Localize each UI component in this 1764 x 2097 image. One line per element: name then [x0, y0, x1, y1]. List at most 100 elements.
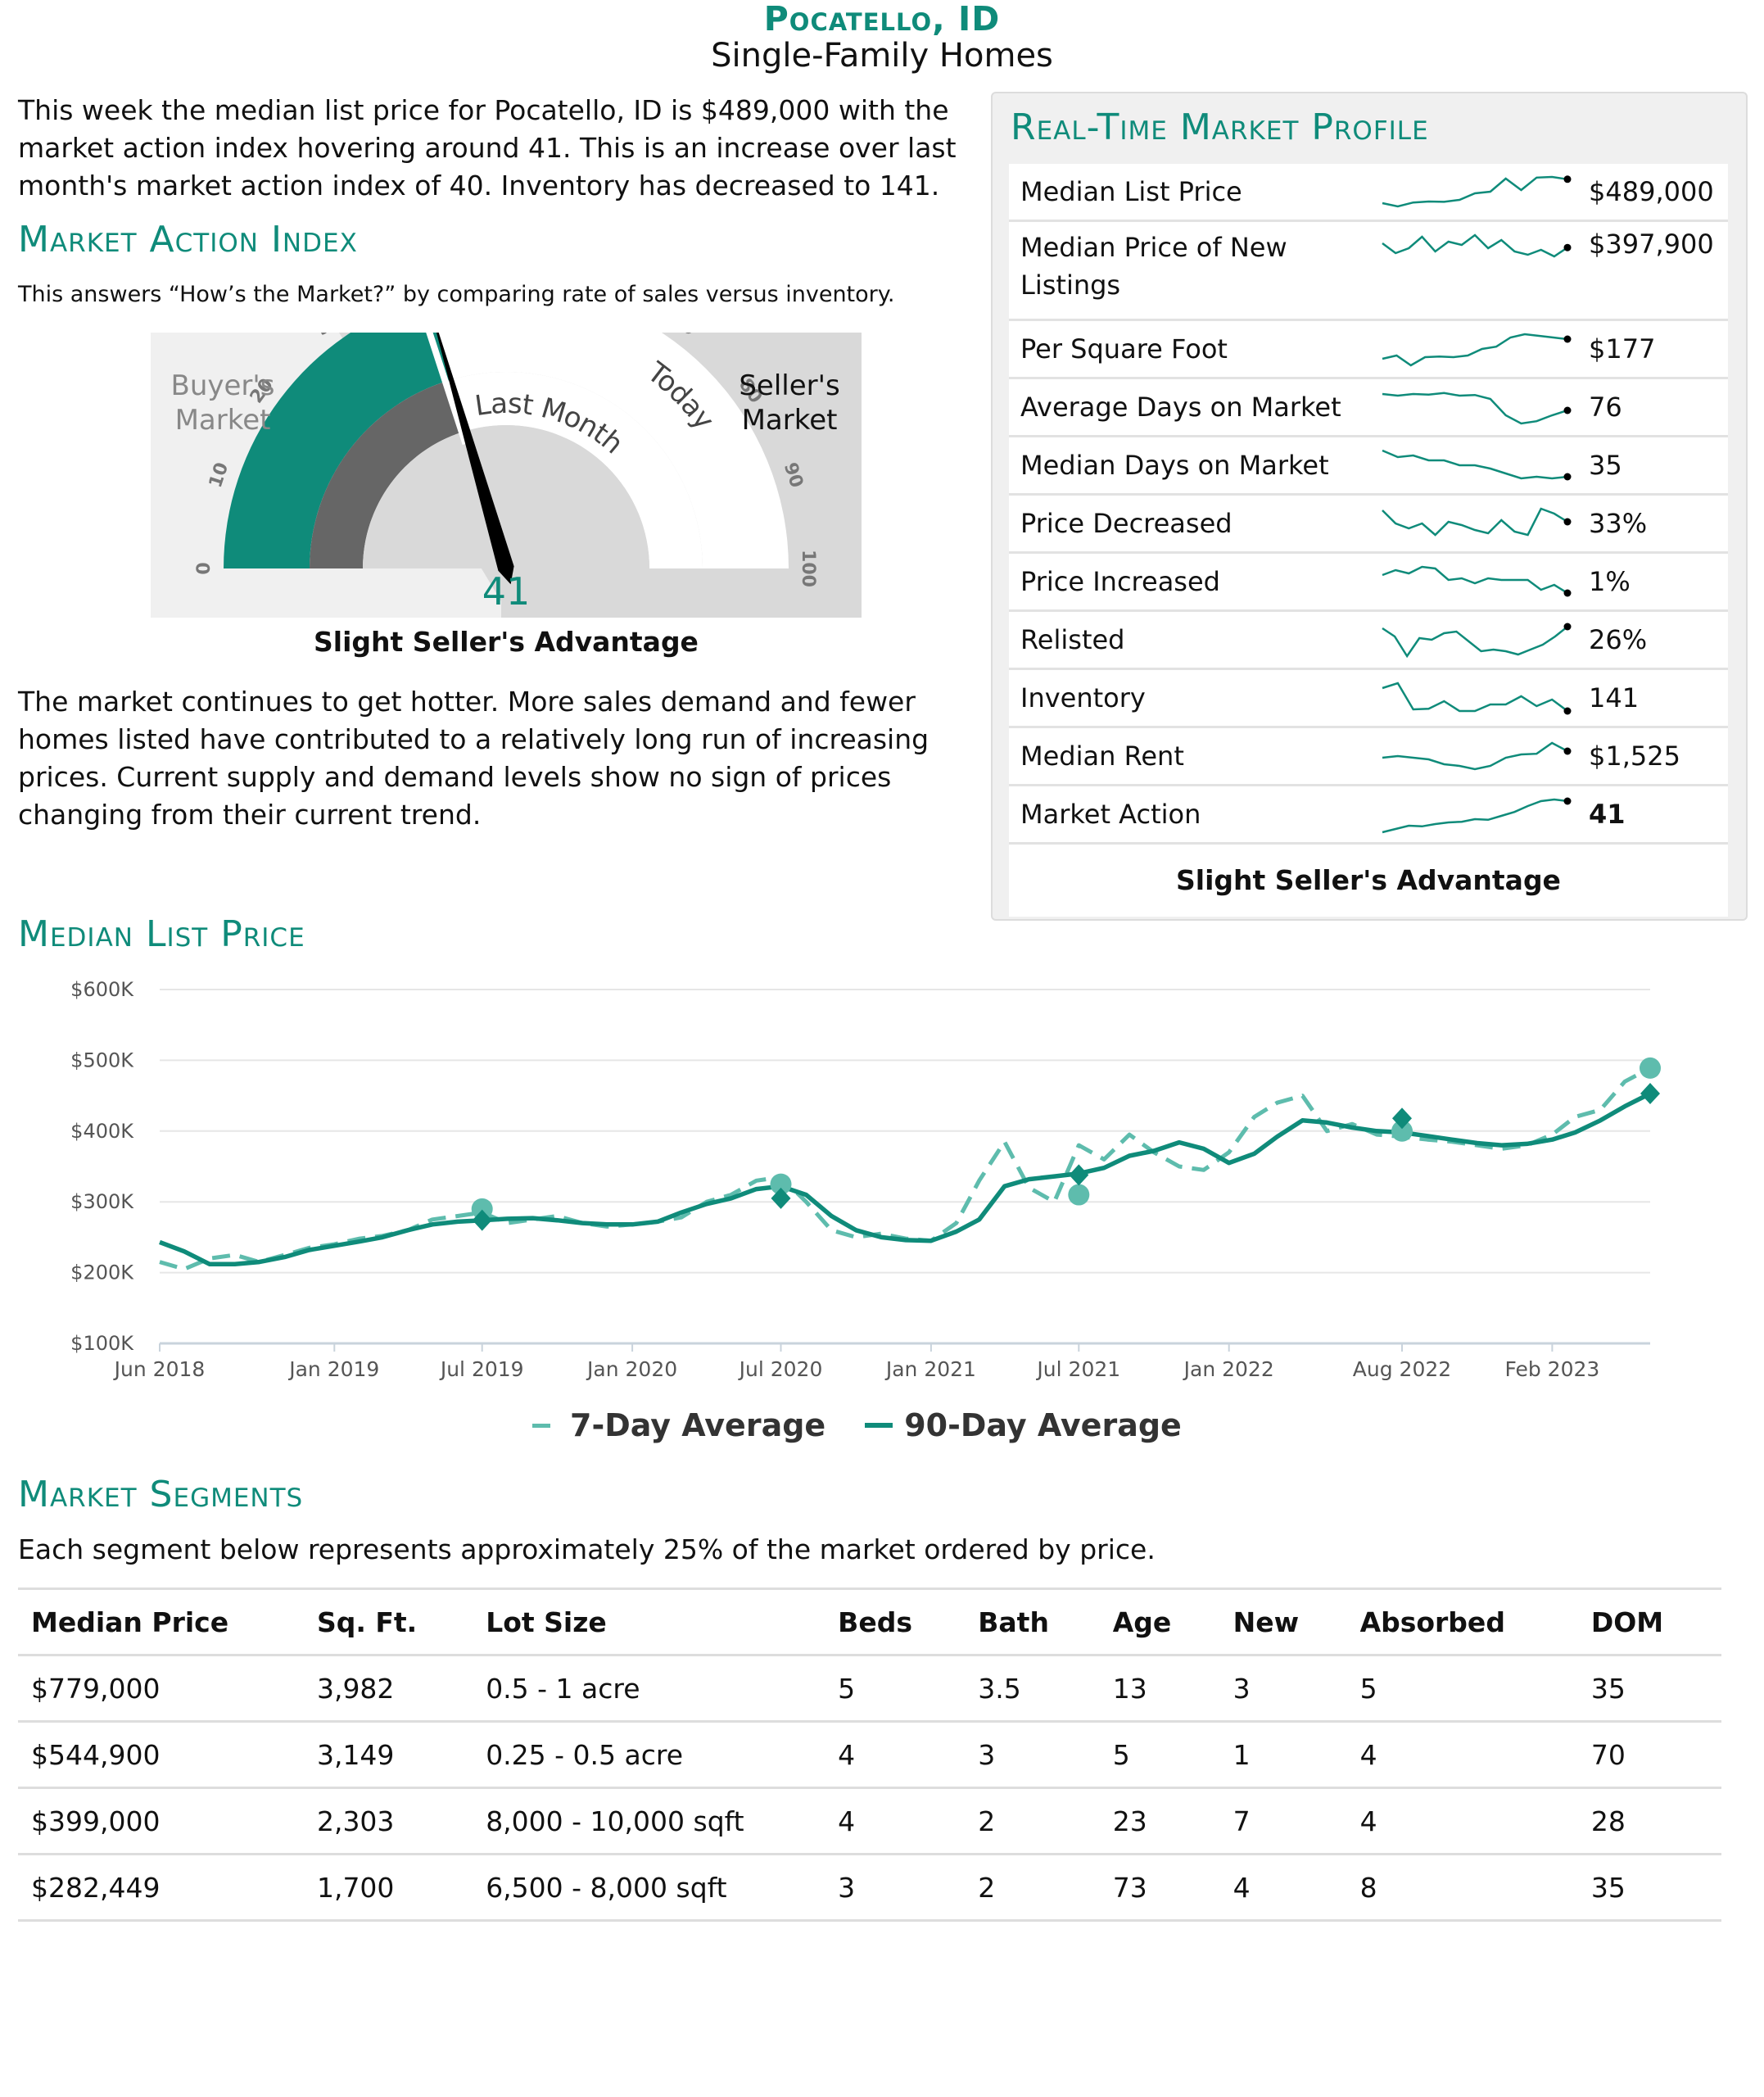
x-tick-label: Jul 2019 — [439, 1357, 524, 1381]
table-header-cell: Median Price — [18, 1587, 304, 1656]
table-cell: 70 — [1577, 1721, 1721, 1789]
profile-row-value: 76 — [1589, 392, 1622, 423]
table-cell: 3.5 — [965, 1655, 1100, 1723]
sparkline-end-dot — [1563, 473, 1572, 481]
table-cell: 5 — [825, 1655, 966, 1723]
table-cell: 13 — [1099, 1655, 1220, 1723]
profile-row-sparkline — [1382, 741, 1572, 771]
table-header-row: Median Price Sq. Ft. Lot Size Beds Bath Age Ne… — [18, 1587, 1721, 1656]
profile-row-value: $397,900 — [1589, 229, 1714, 260]
table-row: $282,449 1,700 6,500 - 8,000 sqft 3 2 73 4 8 35 — [18, 1854, 1721, 1922]
sparkline-line — [1382, 333, 1568, 367]
sparkline-end-dot — [1563, 406, 1572, 414]
profile-row: Median List Price $489,000 — [1009, 164, 1728, 222]
profile-row-label: Average Days on Market — [1020, 392, 1341, 423]
marker-7-day-point — [1640, 1057, 1661, 1079]
median-price-title: Median List Price — [18, 913, 305, 955]
table-cell: 2 — [965, 1854, 1100, 1922]
sparkline-line — [1382, 682, 1568, 713]
legend-label-7day: 7-Day Average — [570, 1407, 826, 1443]
profile-row-label: Median Days on Market — [1020, 450, 1329, 481]
table-cell: 35 — [1577, 1854, 1721, 1922]
intro-text: This week the median list price for Poca… — [18, 94, 957, 202]
profile-row: Relisted 26% — [1009, 612, 1728, 670]
mai-status: Slight Seller's Advantage — [314, 626, 699, 658]
table-cell: 8 — [1346, 1854, 1578, 1922]
mai-description: This answers “How’s the Market?” by comp… — [18, 282, 895, 307]
marker-90-day-point — [1640, 1083, 1660, 1105]
table-header-cell: DOM — [1577, 1587, 1721, 1656]
table-cell: 4 — [1219, 1854, 1347, 1922]
profile-row-label: Price Increased — [1020, 566, 1220, 597]
table-header-cell: Sq. Ft. — [303, 1587, 473, 1656]
table-cell: 73 — [1099, 1854, 1220, 1922]
profile-row-label: Market Action — [1020, 799, 1201, 830]
table-cell: 0.25 - 0.5 acre — [473, 1721, 825, 1789]
profile-row-label: Median Price of New Listings — [1020, 232, 1287, 301]
profile-row-label: Median List Price — [1020, 176, 1242, 207]
profile-row-sparkline — [1382, 623, 1572, 659]
table-cell: 2 — [965, 1787, 1100, 1855]
table-cell: 3 — [825, 1854, 966, 1922]
table-header-cell: New — [1219, 1587, 1347, 1656]
sparkline-line — [1382, 392, 1568, 425]
chart-legend: 7-Day Average 90-Day Average — [532, 1402, 1182, 1448]
table-row: $779,000 3,982 0.5 - 1 acre 5 3.5 13 3 5 35 — [18, 1655, 1721, 1723]
table-cell: 4 — [825, 1787, 966, 1855]
marker-7-day-point — [1068, 1184, 1090, 1206]
market-commentary: The market continues to get hotter. More… — [18, 686, 929, 831]
y-tick-label: $300K — [70, 1190, 134, 1213]
sparkline-end-dot — [1563, 175, 1572, 183]
page-subtitle: Single-Family Homes — [711, 37, 1053, 75]
profile-row-sparkline — [1382, 333, 1572, 367]
table-cell: 3 — [1219, 1655, 1347, 1723]
table-cell: 23 — [1099, 1787, 1220, 1855]
sparkline-end-dot — [1563, 589, 1572, 597]
table-cell: 3,149 — [303, 1721, 473, 1789]
buyers-market-label-2: Market — [175, 404, 271, 437]
table-cell: 28 — [1577, 1787, 1721, 1855]
profile-row: Median Rent $1,525 — [1009, 728, 1728, 786]
legend-swatch-90day — [865, 1423, 893, 1428]
table-row: $544,900 3,149 0.25 - 0.5 acre 4 3 5 1 4 70 — [18, 1721, 1721, 1789]
profile-row-sparkline — [1382, 797, 1572, 834]
profile-row: Average Days on Market 76 — [1009, 379, 1728, 437]
profile-row-sparkline — [1382, 565, 1572, 597]
profile-row: Price Increased 1% — [1009, 554, 1728, 612]
sparkline-line — [1382, 175, 1568, 208]
market-profile-rows: Median List Price $489,000 Median Price of… — [1009, 164, 1728, 917]
table-cell: 4 — [825, 1721, 966, 1789]
market-profile-title: Real-Time Market Profile — [1011, 106, 1429, 148]
profile-row-label: Median Rent — [1020, 741, 1184, 772]
sparkline-end-dot — [1563, 518, 1572, 526]
profile-row-value: 41 — [1589, 799, 1626, 830]
gauge-tick-label: 0 — [194, 562, 215, 574]
profile-row-label: Relisted — [1020, 624, 1125, 655]
profile-row-sparkline — [1382, 175, 1572, 208]
sparkline-end-dot — [1563, 623, 1572, 631]
market-segments-description: Each segment below represents approximat… — [18, 1533, 1156, 1565]
table-cell: 7 — [1219, 1787, 1347, 1855]
x-tick-label: Feb 2023 — [1504, 1357, 1599, 1381]
y-tick-label: $100K — [70, 1332, 134, 1355]
mai-value: 41 — [482, 569, 531, 614]
profile-row-label: Inventory — [1020, 682, 1146, 713]
table-header-cell: Beds — [825, 1587, 966, 1656]
profile-row-sparkline — [1382, 682, 1572, 715]
table-header-cell: Bath — [965, 1587, 1100, 1656]
x-tick-label: Jan 2019 — [287, 1357, 379, 1381]
table-cell: 1 — [1219, 1721, 1347, 1789]
table-cell: 2,303 — [303, 1787, 473, 1855]
page-title: Pocatello, ID — [763, 0, 1001, 38]
sparkline-line — [1382, 449, 1568, 480]
table-cell: 5 — [1346, 1655, 1578, 1723]
sparkline-end-dot — [1563, 747, 1572, 755]
market-action-gauge: 0102030405060708090100Last MonthToday Bu… — [151, 333, 862, 618]
table-cell: $399,000 — [18, 1787, 304, 1855]
x-tick-label: Jan 2022 — [1183, 1357, 1274, 1381]
gauge-tick-label: 100 — [798, 550, 818, 587]
marker-90-day-point — [1069, 1164, 1089, 1186]
y-tick-label: $500K — [70, 1048, 134, 1071]
table-cell: $779,000 — [18, 1655, 304, 1723]
y-tick-label: $200K — [70, 1261, 134, 1284]
